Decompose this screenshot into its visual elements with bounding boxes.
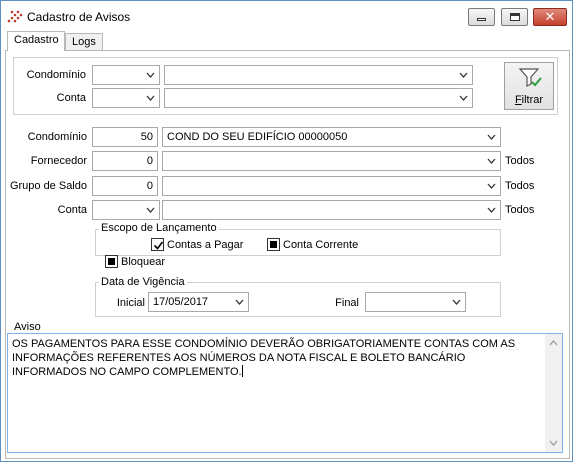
app-icon — [7, 10, 23, 23]
chevron-down-icon — [235, 299, 244, 305]
funnel-icon — [518, 68, 542, 87]
condominio-name-combo[interactable]: COND DO SEU EDIFÍCIO 00000050 — [162, 127, 501, 147]
minimize-button[interactable] — [468, 8, 495, 26]
escopo-title: Escopo de Lançamento — [99, 222, 219, 234]
conta-code-combo[interactable] — [92, 200, 160, 220]
bloquear-checkbox[interactable]: Bloquear — [105, 255, 165, 268]
inicial-label: Inicial — [116, 297, 145, 309]
grupo-saldo-name-combo[interactable] — [162, 176, 501, 196]
fornecedor-name-combo[interactable] — [162, 151, 501, 171]
filter-conta-code-combo[interactable] — [92, 88, 160, 108]
cadastro-avisos-window: Cadastro de Avisos ✕ Cadastro Logs Condo… — [0, 0, 573, 462]
filter-condominio-code-combo[interactable] — [92, 65, 160, 85]
chevron-down-icon — [487, 183, 496, 189]
fornecedor-label: Fornecedor — [30, 155, 87, 167]
close-icon: ✕ — [544, 9, 556, 25]
grupo-saldo-label: Grupo de Saldo — [9, 180, 87, 192]
aviso-title: Aviso — [13, 321, 42, 333]
chevron-down-icon — [487, 207, 496, 213]
conta-label: Conta — [57, 204, 87, 216]
chevron-down-icon — [487, 158, 496, 164]
window-title: Cadastro de Avisos — [27, 10, 131, 24]
scroll-down-icon[interactable] — [549, 440, 558, 446]
chevron-down-icon — [459, 72, 468, 78]
filter-condominio-label: Condomínio — [26, 69, 86, 81]
chevron-down-icon — [487, 134, 496, 140]
final-label: Final — [335, 297, 359, 309]
filtrar-button[interactable]: Filtrar — [504, 62, 554, 110]
grupo-saldo-code-field[interactable]: 0 — [92, 176, 158, 196]
minimize-icon — [477, 18, 486, 21]
chevron-down-icon — [146, 95, 155, 101]
chevron-down-icon — [146, 72, 155, 78]
close-button[interactable]: ✕ — [533, 8, 567, 26]
checkbox-filled-icon — [105, 255, 118, 268]
grupo-saldo-todos-label: Todos — [505, 180, 535, 192]
title-bar[interactable]: Cadastro de Avisos ✕ — [1, 1, 572, 31]
condominio-name-value: COND DO SEU EDIFÍCIO 00000050 — [167, 131, 348, 143]
conta-todos-label: Todos — [505, 204, 535, 216]
chevron-down-icon — [459, 95, 468, 101]
bloquear-label: Bloquear — [121, 255, 166, 268]
text-caret — [241, 365, 243, 377]
final-date-picker[interactable] — [365, 292, 466, 312]
contas-a-pagar-checkbox[interactable]: Contas a Pagar — [151, 238, 243, 251]
filtrar-label: Filtrar — [514, 94, 544, 106]
inicial-date-value: 17/05/2017 — [153, 296, 209, 308]
filter-conta-name-combo[interactable] — [164, 88, 473, 108]
scroll-up-icon[interactable] — [549, 340, 558, 346]
chevron-down-icon — [146, 207, 155, 213]
aviso-textarea[interactable]: OS PAGAMENTOS PARA ESSE CONDOMÍNIO DEVER… — [7, 333, 563, 453]
condominio-code-field[interactable]: 50 — [92, 127, 158, 147]
maximize-icon — [509, 13, 520, 21]
vigencia-title: Data de Vigência — [99, 276, 187, 288]
fornecedor-code-field[interactable]: 0 — [92, 151, 158, 171]
filter-condominio-name-combo[interactable] — [164, 65, 473, 85]
inicial-date-picker[interactable]: 17/05/2017 — [148, 292, 249, 312]
condominio-label: Condomínio — [27, 131, 87, 143]
conta-name-combo[interactable] — [162, 200, 501, 220]
aviso-text: OS PAGAMENTOS PARA ESSE CONDOMÍNIO DEVER… — [12, 338, 516, 378]
conta-corrente-label: Conta Corrente — [283, 238, 359, 251]
maximize-button[interactable] — [501, 8, 528, 26]
checkmark-icon — [151, 238, 164, 251]
tab-cadastro[interactable]: Cadastro — [7, 31, 65, 51]
filter-conta-label: Conta — [56, 92, 86, 104]
contas-a-pagar-label: Contas a Pagar — [167, 238, 244, 251]
chevron-down-icon — [452, 299, 461, 305]
conta-corrente-checkbox[interactable]: Conta Corrente — [267, 238, 358, 251]
aviso-scrollbar[interactable] — [545, 334, 562, 452]
tab-logs[interactable]: Logs — [65, 33, 103, 50]
checkbox-filled-icon — [267, 238, 280, 251]
fornecedor-todos-label: Todos — [505, 155, 535, 167]
